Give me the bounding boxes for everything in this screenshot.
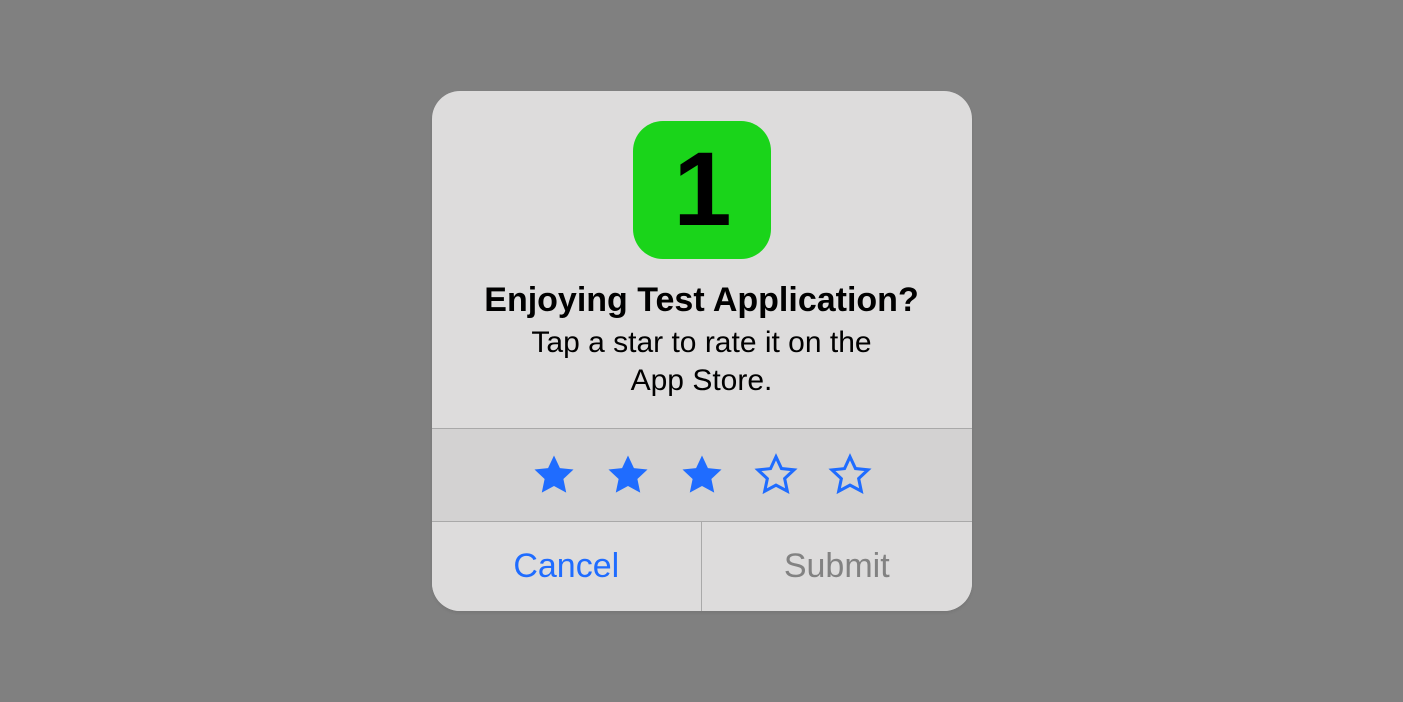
star-5[interactable]: [827, 452, 873, 498]
cancel-button[interactable]: Cancel: [432, 522, 703, 611]
star-filled-icon: [679, 452, 725, 498]
dialog-content: 1 Enjoying Test Application? Tap a star …: [432, 91, 972, 429]
app-icon-number: 1: [673, 137, 729, 242]
rating-dialog: 1 Enjoying Test Application? Tap a star …: [432, 91, 972, 612]
star-filled-icon: [605, 452, 651, 498]
star-rating-row: [432, 428, 972, 521]
star-4[interactable]: [753, 452, 799, 498]
star-1[interactable]: [531, 452, 577, 498]
submit-button[interactable]: Submit: [702, 522, 972, 611]
star-outline-icon: [753, 452, 799, 498]
star-3[interactable]: [679, 452, 725, 498]
star-2[interactable]: [605, 452, 651, 498]
dialog-subtitle: Tap a star to rate it on the App Store.: [460, 324, 944, 401]
dialog-buttons: Cancel Submit: [432, 521, 972, 611]
dialog-title: Enjoying Test Application?: [484, 281, 918, 320]
app-icon: 1: [633, 121, 771, 259]
star-outline-icon: [827, 452, 873, 498]
star-filled-icon: [531, 452, 577, 498]
